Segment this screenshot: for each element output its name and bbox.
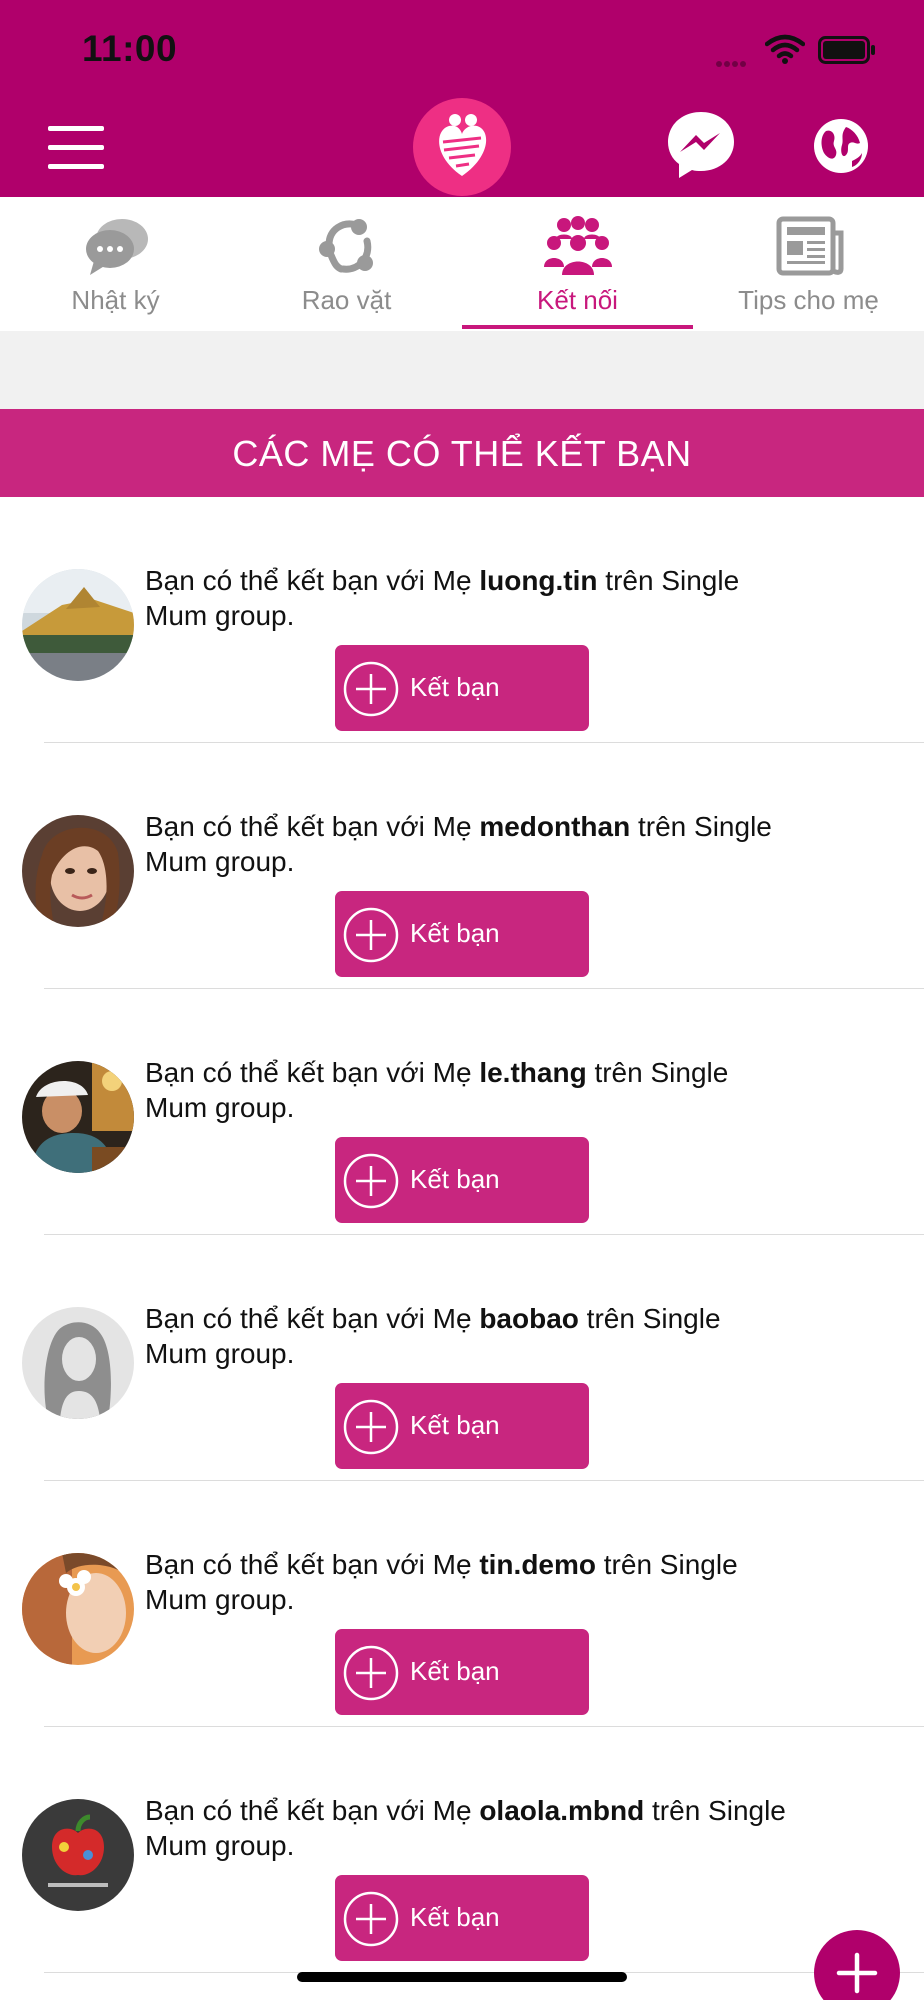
suggestion-text: Bạn có thể kết bạn với Mẹ luong.tin trên… bbox=[145, 563, 865, 633]
suggestion-suffix: trên Single bbox=[603, 1549, 738, 1580]
add-friend-label: Kết bạn bbox=[410, 918, 500, 948]
add-friend-button[interactable]: Kết bạn bbox=[335, 1629, 589, 1715]
tab-label: Tips cho mẹ bbox=[738, 285, 879, 315]
plus-circle-icon bbox=[343, 1645, 399, 1701]
suggestion-text: Bạn có thể kết bạn với Mẹ baobao trên Si… bbox=[145, 1301, 865, 1371]
plus-circle-icon bbox=[343, 1891, 399, 1947]
section-title: CÁC MẸ CÓ THỂ KẾT BẠN bbox=[232, 433, 692, 474]
menu-button[interactable] bbox=[48, 126, 104, 169]
suggestion-suffix: trên Single bbox=[594, 1057, 729, 1088]
tab-label: Rao vặt bbox=[301, 285, 392, 315]
suggestion-prefix: Bạn có thể kết bạn với Mẹ bbox=[145, 1795, 472, 1826]
tab-bar: Nhật ký Rao vặt Kết nối Tips cho mẹ bbox=[0, 197, 924, 331]
tab-tips-cho-me[interactable]: Tips cho mẹ bbox=[693, 197, 924, 331]
suggestion-text: Bạn có thể kết bạn với Mẹ le.thang trên … bbox=[145, 1055, 865, 1125]
suggested-username: tin.demo bbox=[479, 1549, 596, 1580]
suggested-username: baobao bbox=[479, 1303, 579, 1334]
plus-icon bbox=[836, 1952, 878, 1994]
messenger-button[interactable] bbox=[664, 108, 738, 182]
globe-icon bbox=[814, 119, 868, 173]
suggested-username: luong.tin bbox=[479, 565, 598, 596]
heart-family-logo[interactable] bbox=[413, 98, 511, 196]
suggestion-suffix: trên Single bbox=[586, 1303, 721, 1334]
suggestion-prefix: Bạn có thể kết bạn với Mẹ bbox=[145, 565, 472, 596]
suggestion-prefix: Bạn có thể kết bạn với Mẹ bbox=[145, 1057, 472, 1088]
add-friend-label: Kết bạn bbox=[410, 672, 500, 702]
suggestion-suffix: trên Single bbox=[652, 1795, 786, 1826]
suggestion-text: Bạn có thể kết bạn với Mẹ olaola.mbnd tr… bbox=[145, 1793, 865, 1863]
people-group-icon bbox=[544, 216, 612, 275]
avatar bbox=[22, 1061, 134, 1173]
suggested-username: medonthan bbox=[479, 811, 631, 842]
suggested-username: olaola.mbnd bbox=[479, 1795, 645, 1826]
add-friend-button[interactable]: Kết bạn bbox=[335, 1383, 589, 1469]
list-item: Bạn có thể kết bạn với Mẹ medonthan trên… bbox=[0, 743, 924, 989]
add-friend-label: Kết bạn bbox=[410, 1656, 500, 1686]
plus-circle-icon bbox=[343, 1399, 399, 1455]
suggestion-line2: Mum group. bbox=[145, 1092, 295, 1123]
language-globe-button[interactable] bbox=[812, 117, 870, 175]
tab-nhat-ky[interactable]: Nhật ký bbox=[0, 197, 231, 331]
suggestion-text: Bạn có thể kết bạn với Mẹ medonthan trên… bbox=[145, 809, 865, 879]
heart-logo-icon bbox=[439, 114, 487, 176]
spacer-band bbox=[0, 331, 924, 409]
suggested-username: le.thang bbox=[479, 1057, 587, 1088]
add-friend-button[interactable]: Kết bạn bbox=[335, 1875, 589, 1961]
suggestion-line2: Mum group. bbox=[145, 1830, 295, 1861]
tab-label: Nhật ký bbox=[71, 285, 160, 315]
add-friend-button[interactable]: Kết bạn bbox=[335, 1137, 589, 1223]
chat-bubbles-icon bbox=[86, 219, 148, 275]
suggestion-suffix: trên Single bbox=[638, 811, 772, 842]
avatar bbox=[22, 1307, 134, 1419]
add-friend-label: Kết bạn bbox=[410, 1164, 500, 1194]
suggestion-prefix: Bạn có thể kết bạn với Mẹ bbox=[145, 1303, 472, 1334]
cellular-signal-icon bbox=[716, 54, 754, 67]
battery-icon bbox=[818, 36, 875, 64]
tab-label: Kết nối bbox=[537, 285, 618, 315]
avatar bbox=[22, 1553, 134, 1665]
suggestion-line2: Mum group. bbox=[145, 1338, 295, 1369]
plus-circle-icon bbox=[343, 1153, 399, 1209]
list-item: Bạn có thể kết bạn với Mẹ le.thang trên … bbox=[0, 989, 924, 1235]
plus-circle-icon bbox=[343, 661, 399, 717]
add-friend-button[interactable]: Kết bạn bbox=[335, 891, 589, 977]
add-friend-button[interactable]: Kết bạn bbox=[335, 645, 589, 731]
tab-ket-noi[interactable]: Kết nối bbox=[462, 197, 693, 331]
list-item: Bạn có thể kết bạn với Mẹ olaola.mbnd tr… bbox=[0, 1727, 924, 1973]
add-friend-label: Kết bạn bbox=[410, 1410, 500, 1440]
wifi-icon bbox=[765, 34, 805, 64]
suggestion-prefix: Bạn có thể kết bạn với Mẹ bbox=[145, 811, 472, 842]
avatar bbox=[22, 815, 134, 927]
status-time: 11:00 bbox=[82, 28, 178, 69]
suggestion-prefix: Bạn có thể kết bạn với Mẹ bbox=[145, 1549, 472, 1580]
list-item: Bạn có thể kết bạn với Mẹ baobao trên Si… bbox=[0, 1235, 924, 1481]
list-item: Bạn có thể kết bạn với Mẹ tin.demo trên … bbox=[0, 1481, 924, 1727]
app-header: 11:00 bbox=[0, 0, 924, 197]
suggestion-line2: Mum group. bbox=[145, 846, 295, 877]
section-banner: CÁC MẸ CÓ THỂ KẾT BẠN bbox=[0, 409, 924, 497]
suggestion-text: Bạn có thể kết bạn với Mẹ tin.demo trên … bbox=[145, 1547, 865, 1617]
home-indicator bbox=[297, 1972, 627, 1982]
share-nodes-icon bbox=[319, 219, 373, 273]
plus-circle-icon bbox=[343, 907, 399, 963]
avatar bbox=[22, 569, 134, 681]
avatar bbox=[22, 1799, 134, 1911]
add-friend-label: Kết bạn bbox=[410, 1902, 500, 1932]
tab-rao-vat[interactable]: Rao vặt bbox=[231, 197, 462, 331]
newspaper-icon bbox=[776, 216, 844, 276]
suggestion-line2: Mum group. bbox=[145, 600, 295, 631]
hamburger-menu-icon bbox=[48, 126, 104, 131]
list-item: Bạn có thể kết bạn với Mẹ luong.tin trên… bbox=[0, 497, 924, 743]
messenger-icon bbox=[668, 112, 734, 178]
suggestion-suffix: trên Single bbox=[605, 565, 740, 596]
suggestion-line2: Mum group. bbox=[145, 1584, 295, 1615]
active-tab-indicator bbox=[462, 325, 693, 329]
